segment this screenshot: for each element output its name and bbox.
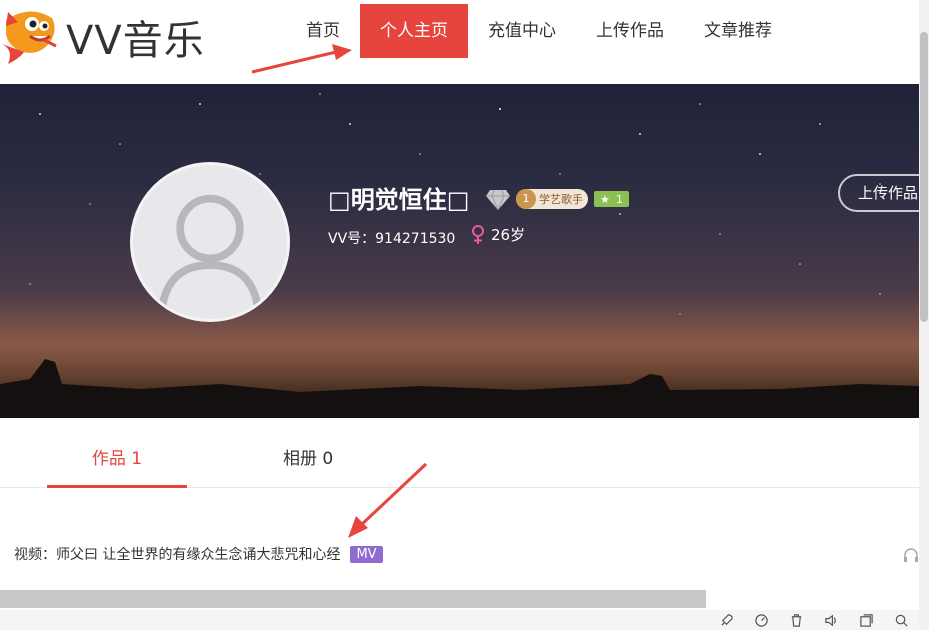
nav-home[interactable]: 首页 [286, 4, 360, 58]
diamond-icon [486, 189, 510, 210]
zoom-icon[interactable] [894, 613, 909, 628]
age: 26岁 [491, 226, 526, 244]
nav-recharge[interactable]: 充值中心 [468, 4, 576, 58]
avatar[interactable] [130, 162, 290, 322]
star-icon: ★ [600, 192, 610, 206]
rocket-icon[interactable] [719, 613, 734, 628]
window-icon[interactable] [859, 613, 874, 628]
vertical-scrollbar-thumb[interactable] [920, 32, 928, 322]
vertical-scrollbar[interactable] [919, 0, 929, 630]
nav-articles[interactable]: 文章推荐 [684, 4, 792, 58]
female-icon [472, 224, 484, 244]
star-count: 1 [615, 192, 623, 206]
username-text: 明觉恒住 [350, 186, 447, 214]
page: VV音乐 首页 个人主页 充值中心 上传作品 文章推荐 □明觉恒住□ 1 学艺歌… [0, 0, 929, 630]
gender-age: 26岁 [470, 224, 525, 245]
list-item[interactable]: 视频：师父曰 让全世界的有缘众生念诵大悲咒和心经 MV [14, 544, 383, 564]
work-title[interactable]: 视频：师父曰 让全世界的有缘众生念诵大悲咒和心经 [14, 544, 340, 564]
level-title: 学艺歌手 [539, 193, 583, 206]
nav-upload[interactable]: 上传作品 [576, 4, 684, 58]
profile-tabs: 作品 1 相册 0 [0, 418, 919, 488]
default-user-icon [158, 194, 262, 310]
horizontal-scrollbar[interactable] [0, 590, 919, 608]
level-number: 1 [516, 189, 536, 209]
vv-id: VV号：914271530 [328, 231, 456, 247]
logo-text: VV音乐 [66, 18, 205, 64]
trash-icon[interactable] [789, 613, 804, 628]
profile-banner: □明觉恒住□ 1 学艺歌手 ★ 1 VV号：914271530 26岁 上传作品 [0, 84, 919, 418]
tab-album[interactable]: 相册 0 [283, 444, 333, 469]
horizontal-scrollbar-thumb[interactable] [0, 590, 706, 608]
browser-status-bar [0, 610, 919, 630]
fish-logo-icon [2, 11, 57, 64]
user-badges: 1 学艺歌手 ★ 1 [486, 188, 629, 210]
headphone-icon[interactable] [903, 547, 919, 563]
volume-icon[interactable] [824, 613, 839, 628]
nav-profile[interactable]: 个人主页 [360, 4, 468, 58]
mv-tag: MV [350, 545, 383, 563]
username: □明觉恒住□ [328, 186, 470, 214]
upload-works-button[interactable]: 上传作品 [838, 174, 919, 212]
star-badge: ★ 1 [594, 191, 629, 207]
main-nav: 首页 个人主页 充值中心 上传作品 文章推荐 [286, 4, 792, 58]
level-badge: 1 学艺歌手 [516, 189, 588, 209]
top-navbar: VV音乐 首页 个人主页 充值中心 上传作品 文章推荐 [0, 0, 919, 72]
tab-works[interactable]: 作品 1 [47, 444, 187, 488]
speed-icon[interactable] [754, 613, 769, 628]
logo[interactable]: VV音乐 [0, 0, 204, 72]
